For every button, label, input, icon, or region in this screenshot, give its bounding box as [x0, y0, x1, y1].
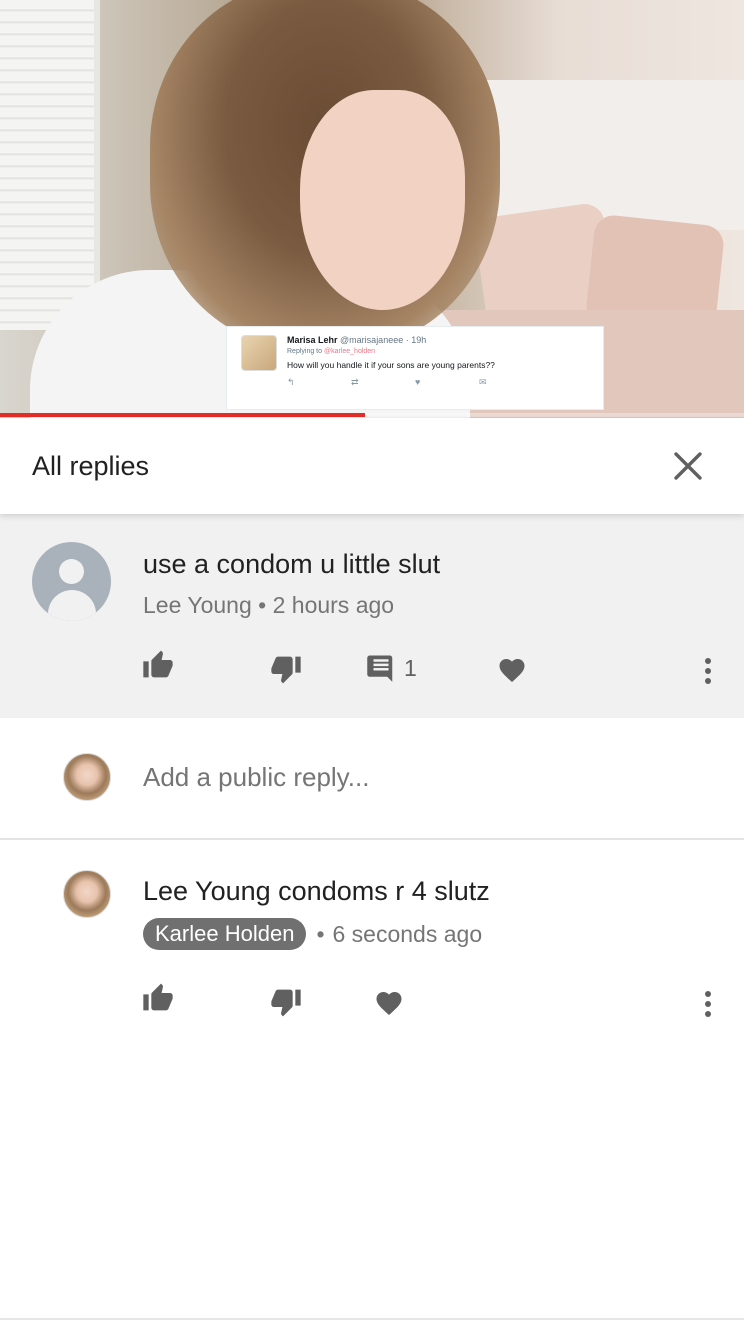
- tweet-author-name: Marisa Lehr: [287, 335, 338, 345]
- more-options-button[interactable]: [700, 657, 716, 685]
- video-window-background: [0, 0, 100, 330]
- close-icon[interactable]: [672, 450, 704, 482]
- reply-actions: [0, 982, 744, 1022]
- comment-time: 2 hours ago: [272, 592, 395, 618]
- meta-separator: •: [316, 920, 325, 947]
- tweet-reply-icon: ↰: [287, 377, 295, 387]
- tweet-replying-mention: @karlee_holden: [323, 348, 376, 355]
- page-title: All replies: [32, 450, 150, 481]
- reply-text: Lee Young condoms r 4 slutz: [143, 876, 490, 906]
- video-progress-bar[interactable]: [0, 413, 744, 417]
- comment-author[interactable]: Lee Young: [143, 592, 252, 618]
- thumbs-up-icon: [143, 650, 173, 678]
- video-progress-fill: [0, 413, 365, 417]
- thumbs-down-icon: [271, 656, 301, 684]
- heart-button[interactable]: [374, 988, 404, 1016]
- thumbs-up-icon: [143, 983, 173, 1011]
- avatar[interactable]: [32, 542, 111, 621]
- video-person-face: [300, 90, 465, 310]
- tweet-text: How will you handle it if your sons are …: [287, 360, 495, 370]
- divider: [0, 1318, 744, 1320]
- reply-input[interactable]: Add a public reply...: [143, 762, 369, 793]
- video-player[interactable]: Marisa Lehr @marisajaneee · 19h Replying…: [0, 0, 744, 418]
- reply-time: 6 seconds ago: [332, 920, 483, 947]
- reply-icon: [367, 655, 393, 682]
- reply-count-button[interactable]: 1: [366, 653, 417, 683]
- avatar: [63, 753, 111, 801]
- avatar[interactable]: [63, 870, 111, 918]
- replies-header: All replies: [0, 418, 744, 514]
- more-vert-icon: [705, 991, 711, 1017]
- comment-text: use a condom u little slut: [143, 549, 441, 579]
- thumbs-down-icon: [271, 989, 301, 1017]
- heart-icon: [376, 992, 402, 1015]
- tweet-like-icon: ♥: [415, 377, 421, 387]
- heart-button[interactable]: [497, 655, 527, 683]
- meta-separator: •: [258, 592, 267, 618]
- tweet-handle: @marisajaneee: [340, 335, 404, 345]
- tweet-header: Marisa Lehr @marisajaneee · 19h: [287, 334, 595, 346]
- heart-icon: [499, 659, 525, 682]
- tweet-actions: ↰ ⇄ ♥ ✉: [287, 377, 595, 388]
- like-button[interactable]: [142, 649, 174, 679]
- reply-meta: Karlee Holden • 6 seconds ago: [143, 918, 482, 950]
- comment-meta: Lee Young • 2 hours ago: [143, 592, 394, 619]
- dislike-button[interactable]: [270, 988, 302, 1018]
- dislike-button[interactable]: [270, 655, 302, 685]
- comment-actions: 1: [0, 649, 744, 689]
- reply-comment: Lee Young condoms r 4 slutz Karlee Holde…: [0, 840, 744, 1040]
- like-button[interactable]: [142, 982, 174, 1012]
- parent-comment: use a condom u little slut Lee Young • 2…: [0, 514, 744, 718]
- tweet-avatar: [241, 335, 277, 371]
- reply-count: 1: [404, 654, 417, 681]
- tweet-replying-prefix: Replying to: [287, 348, 323, 355]
- tweet-dm-icon: ✉: [479, 377, 487, 387]
- more-vert-icon: [705, 658, 711, 684]
- author-badge[interactable]: Karlee Holden: [143, 918, 307, 950]
- video-headboard: [470, 80, 744, 230]
- reply-input-row[interactable]: Add a public reply...: [0, 718, 744, 840]
- tweet-retweet-icon: ⇄: [351, 377, 359, 387]
- tweet-overlay: Marisa Lehr @marisajaneee · 19h Replying…: [226, 326, 604, 410]
- tweet-time: · 19h: [405, 335, 427, 345]
- more-options-button[interactable]: [700, 990, 716, 1018]
- tweet-replying-line: Replying to @karlee_holden: [287, 346, 595, 358]
